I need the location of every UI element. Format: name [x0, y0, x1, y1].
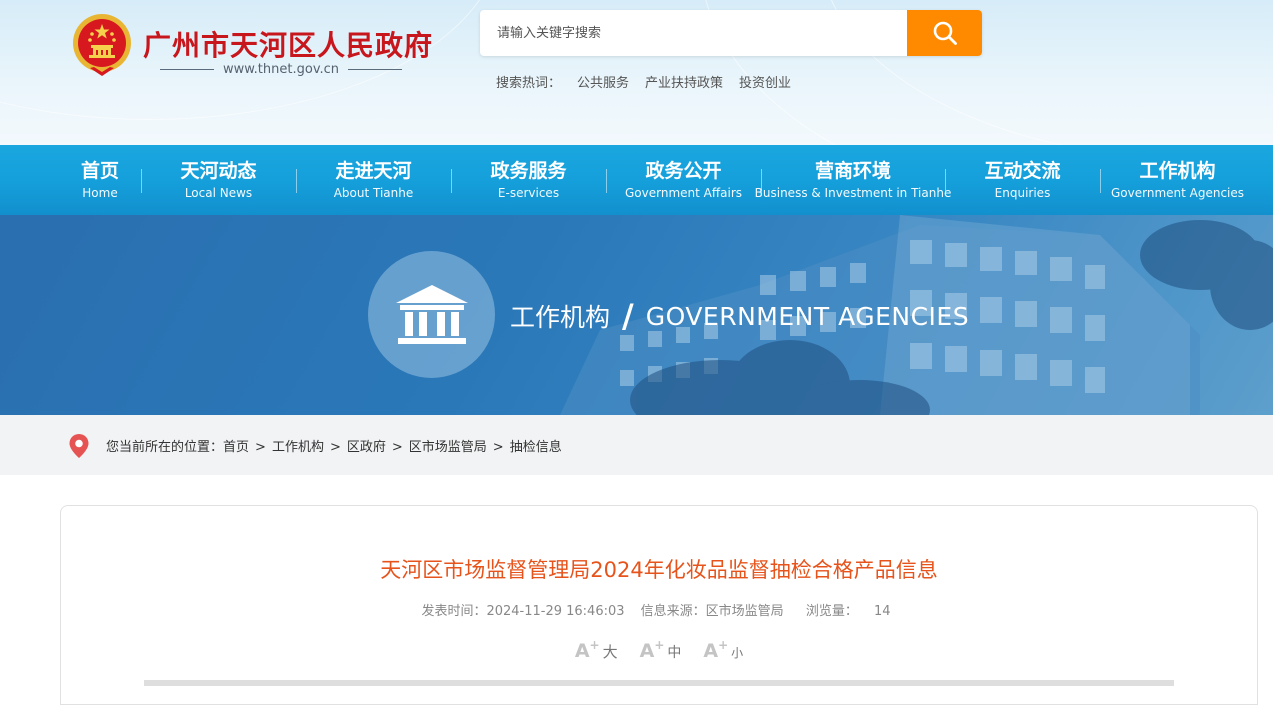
hot-search: 搜索热词： 公共服务 产业扶持政策 投资创业: [496, 72, 791, 91]
hot-word-link[interactable]: 公共服务: [577, 72, 629, 91]
breadcrumb-separator: >: [391, 440, 403, 455]
breadcrumb-separator: >: [255, 440, 266, 455]
location-pin-icon: [69, 434, 89, 458]
view-count-label: 浏览量：: [805, 604, 858, 619]
view-count: 浏览量： 14: [800, 604, 897, 619]
banner-title: 工作机构 / GOVERNMENT AGENCIES: [510, 297, 969, 335]
search-button[interactable]: [907, 10, 982, 56]
search-input[interactable]: [480, 10, 907, 56]
nav-government-affairs[interactable]: 政务公开 Government Affairs: [607, 145, 760, 215]
nav-label-zh: 工作机构: [1139, 160, 1216, 182]
nav-label-zh: 互动交流: [984, 160, 1061, 182]
breadcrumb-market-supervision-bureau[interactable]: 区市场监管局: [409, 440, 487, 455]
nav-label-zh: 首页: [80, 160, 119, 182]
divider: [160, 68, 214, 70]
national-emblem-icon[interactable]: [70, 12, 134, 78]
nav-business-investment[interactable]: 营商环境 Business & Investment in Tianhe: [755, 145, 952, 215]
nav-label-en: Government Agencies: [1110, 186, 1245, 200]
nav-label-en: Enquiries: [994, 186, 1051, 200]
site-url: www.thnet.gov.cn: [222, 61, 340, 77]
breadcrumb: 您当前所在的位置：首页 > 工作机构 > 区政府 > 区市场监管局 > 抽检信息: [106, 436, 562, 455]
nav-label-en: E-services: [497, 186, 560, 200]
nav-label-en: Business & Investment in Tianhe: [754, 186, 952, 200]
search-box: [480, 10, 982, 56]
font-size-plus: +: [654, 638, 665, 652]
breadcrumb-government-agencies[interactable]: 工作机构: [272, 440, 324, 455]
nav-local-news[interactable]: 天河动态 Local News: [142, 145, 295, 215]
info-source: 信息来源：区市场监管局: [640, 604, 784, 619]
nav-enquiries[interactable]: 互动交流 Enquiries: [946, 145, 1099, 215]
divider: [348, 68, 402, 70]
main-nav: 首页 Home 天河动态 Local News 走进天河 About Tianh…: [0, 145, 1273, 215]
font-size-plus: +: [589, 638, 600, 652]
view-count-value: 14: [873, 604, 891, 619]
search-icon: [933, 21, 957, 45]
breadcrumb-bar: 您当前所在的位置：首页 > 工作机构 > 区政府 > 区市场监管局 > 抽检信息: [0, 415, 1273, 475]
font-size-glyph: A: [703, 640, 719, 662]
article-panel: 天河区市场监督管理局2024年化妆品监督抽检合格产品信息 发表时间：2024-1…: [60, 505, 1258, 705]
nav-label-en: Home: [82, 186, 118, 200]
nav-label-zh: 营商环境: [814, 160, 891, 182]
publish-time: 发表时间：2024-11-29 16:46:03: [421, 604, 625, 619]
hot-search-label: 搜索热词：: [496, 76, 562, 91]
breadcrumb-separator: >: [492, 440, 504, 455]
font-size-large-button[interactable]: A + 大: [574, 638, 618, 662]
site-header: 广州市天河区人民政府 www.thnet.gov.cn 搜索热词： 公共服务 产…: [0, 0, 1273, 145]
font-size-small-button[interactable]: A + 小: [703, 638, 744, 662]
nav-label-zh: 政务服务: [490, 160, 567, 182]
page-banner: 工作机构 / GOVERNMENT AGENCIES: [0, 215, 1273, 415]
nav-label-zh: 政务公开: [645, 160, 722, 182]
nav-home[interactable]: 首页 Home: [60, 145, 140, 215]
breadcrumb-home[interactable]: 首页: [223, 440, 249, 455]
font-size-glyph: A: [639, 640, 655, 662]
article-meta: 发表时间：2024-11-29 16:46:03 信息来源：区市场监管局 浏览量…: [61, 600, 1257, 619]
nav-e-services[interactable]: 政务服务 E-services: [452, 145, 605, 215]
site-url-row: www.thnet.gov.cn: [160, 60, 402, 78]
font-size-label: 中: [667, 645, 682, 661]
nav-government-agencies[interactable]: 工作机构 Government Agencies: [1101, 145, 1254, 215]
breadcrumb-inspection-info[interactable]: 抽检信息: [510, 440, 562, 455]
nav-label-en: Government Affairs: [625, 186, 742, 200]
article-divider: [144, 680, 1174, 686]
breadcrumb-prefix: 您当前所在的位置：: [106, 440, 224, 455]
site-name[interactable]: 广州市天河区人民政府: [143, 24, 433, 64]
nav-label-en: Local News: [184, 186, 253, 200]
breadcrumb-district-government[interactable]: 区政府: [347, 440, 386, 455]
font-size-label: 大: [602, 643, 618, 661]
banner-title-slash: /: [622, 297, 634, 335]
nav-label-zh: 天河动态: [180, 160, 257, 182]
banner-title-zh: 工作机构: [510, 303, 611, 332]
article-title: 天河区市场监督管理局2024年化妆品监督抽检合格产品信息: [380, 558, 938, 582]
hot-word-link[interactable]: 投资创业: [739, 72, 791, 91]
building-icon: [395, 284, 468, 344]
font-size-glyph: A: [574, 640, 590, 662]
font-size-control: A + 大 A + 中 A + 小: [61, 638, 1257, 662]
breadcrumb-separator: >: [329, 440, 341, 455]
nav-label-zh: 走进天河: [335, 160, 412, 182]
banner-icon-circle: [368, 251, 495, 378]
font-size-plus: +: [718, 638, 729, 652]
font-size-label: 小: [731, 646, 744, 660]
hot-word-link[interactable]: 产业扶持政策: [645, 72, 723, 91]
font-size-medium-button[interactable]: A + 中: [639, 638, 682, 662]
nav-label-en: About Tianhe: [333, 186, 414, 200]
banner-title-en: GOVERNMENT AGENCIES: [645, 301, 970, 331]
nav-about-tianhe[interactable]: 走进天河 About Tianhe: [297, 145, 450, 215]
